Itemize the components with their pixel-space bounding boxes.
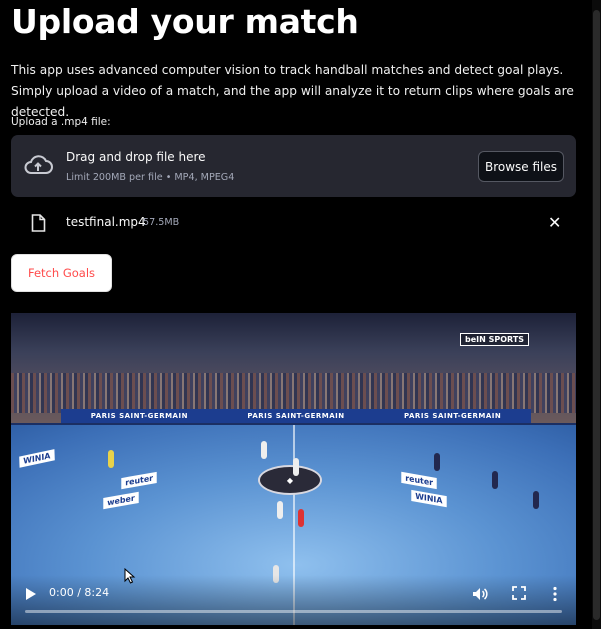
play-icon[interactable] [25, 587, 37, 601]
upload-label: Upload a .mp4 file: [11, 116, 111, 128]
more-options-icon[interactable] [552, 586, 558, 602]
broadcaster-logo: beIN SPORTS [460, 333, 530, 346]
banner-text: PARIS SAINT-GERMAIN [247, 412, 345, 420]
player-figure [434, 453, 440, 471]
volume-icon[interactable] [472, 586, 488, 602]
player-figure [277, 501, 283, 519]
dropzone-limit-text: Limit 200MB per file • MP4, MPEG4 [66, 172, 235, 183]
banner-text: PARIS SAINT-GERMAIN [90, 412, 188, 420]
video-controls: 0:00 / 8:24 [11, 575, 576, 625]
app-page: Upload your match This app uses advanced… [0, 0, 601, 629]
dropzone-title: Drag and drop file here [66, 150, 206, 164]
close-icon[interactable]: ✕ [548, 213, 561, 232]
page-scrollbar[interactable] [592, 0, 601, 629]
player-figure [298, 509, 304, 527]
player-figure [261, 441, 267, 459]
video-time: 0:00 / 8:24 [49, 586, 110, 599]
uploaded-file-row: testfinal.mp4 57.5MB ✕ [11, 206, 576, 240]
video-seek-bar[interactable] [25, 610, 562, 613]
uploaded-file-size: 57.5MB [143, 217, 180, 228]
video-frame-banner: PARIS SAINT-GERMAIN PARIS SAINT-GERMAIN … [61, 409, 531, 423]
video-frame-center-logo: ◆ [258, 465, 322, 495]
player-figure [533, 491, 539, 509]
mouse-cursor-icon [124, 568, 136, 584]
player-figure [492, 471, 498, 489]
fullscreen-icon[interactable] [512, 586, 526, 600]
cloud-upload-icon [24, 155, 53, 174]
player-figure [108, 450, 114, 468]
controls-overlay [11, 575, 576, 625]
page-title: Upload your match [11, 2, 359, 41]
scrollbar-thumb[interactable] [593, 10, 600, 620]
file-icon [31, 214, 46, 232]
banner-text: PARIS SAINT-GERMAIN [404, 412, 502, 420]
player-figure [293, 458, 299, 476]
video-frame-crowd [11, 373, 576, 413]
page-description: This app uses advanced computer vision t… [11, 63, 574, 119]
file-dropzone[interactable]: Drag and drop file here Limit 200MB per … [11, 135, 576, 197]
browse-files-button[interactable]: Browse files [478, 151, 564, 182]
fetch-goals-button[interactable]: Fetch Goals [11, 254, 112, 292]
uploaded-file-name: testfinal.mp4 [66, 215, 146, 229]
